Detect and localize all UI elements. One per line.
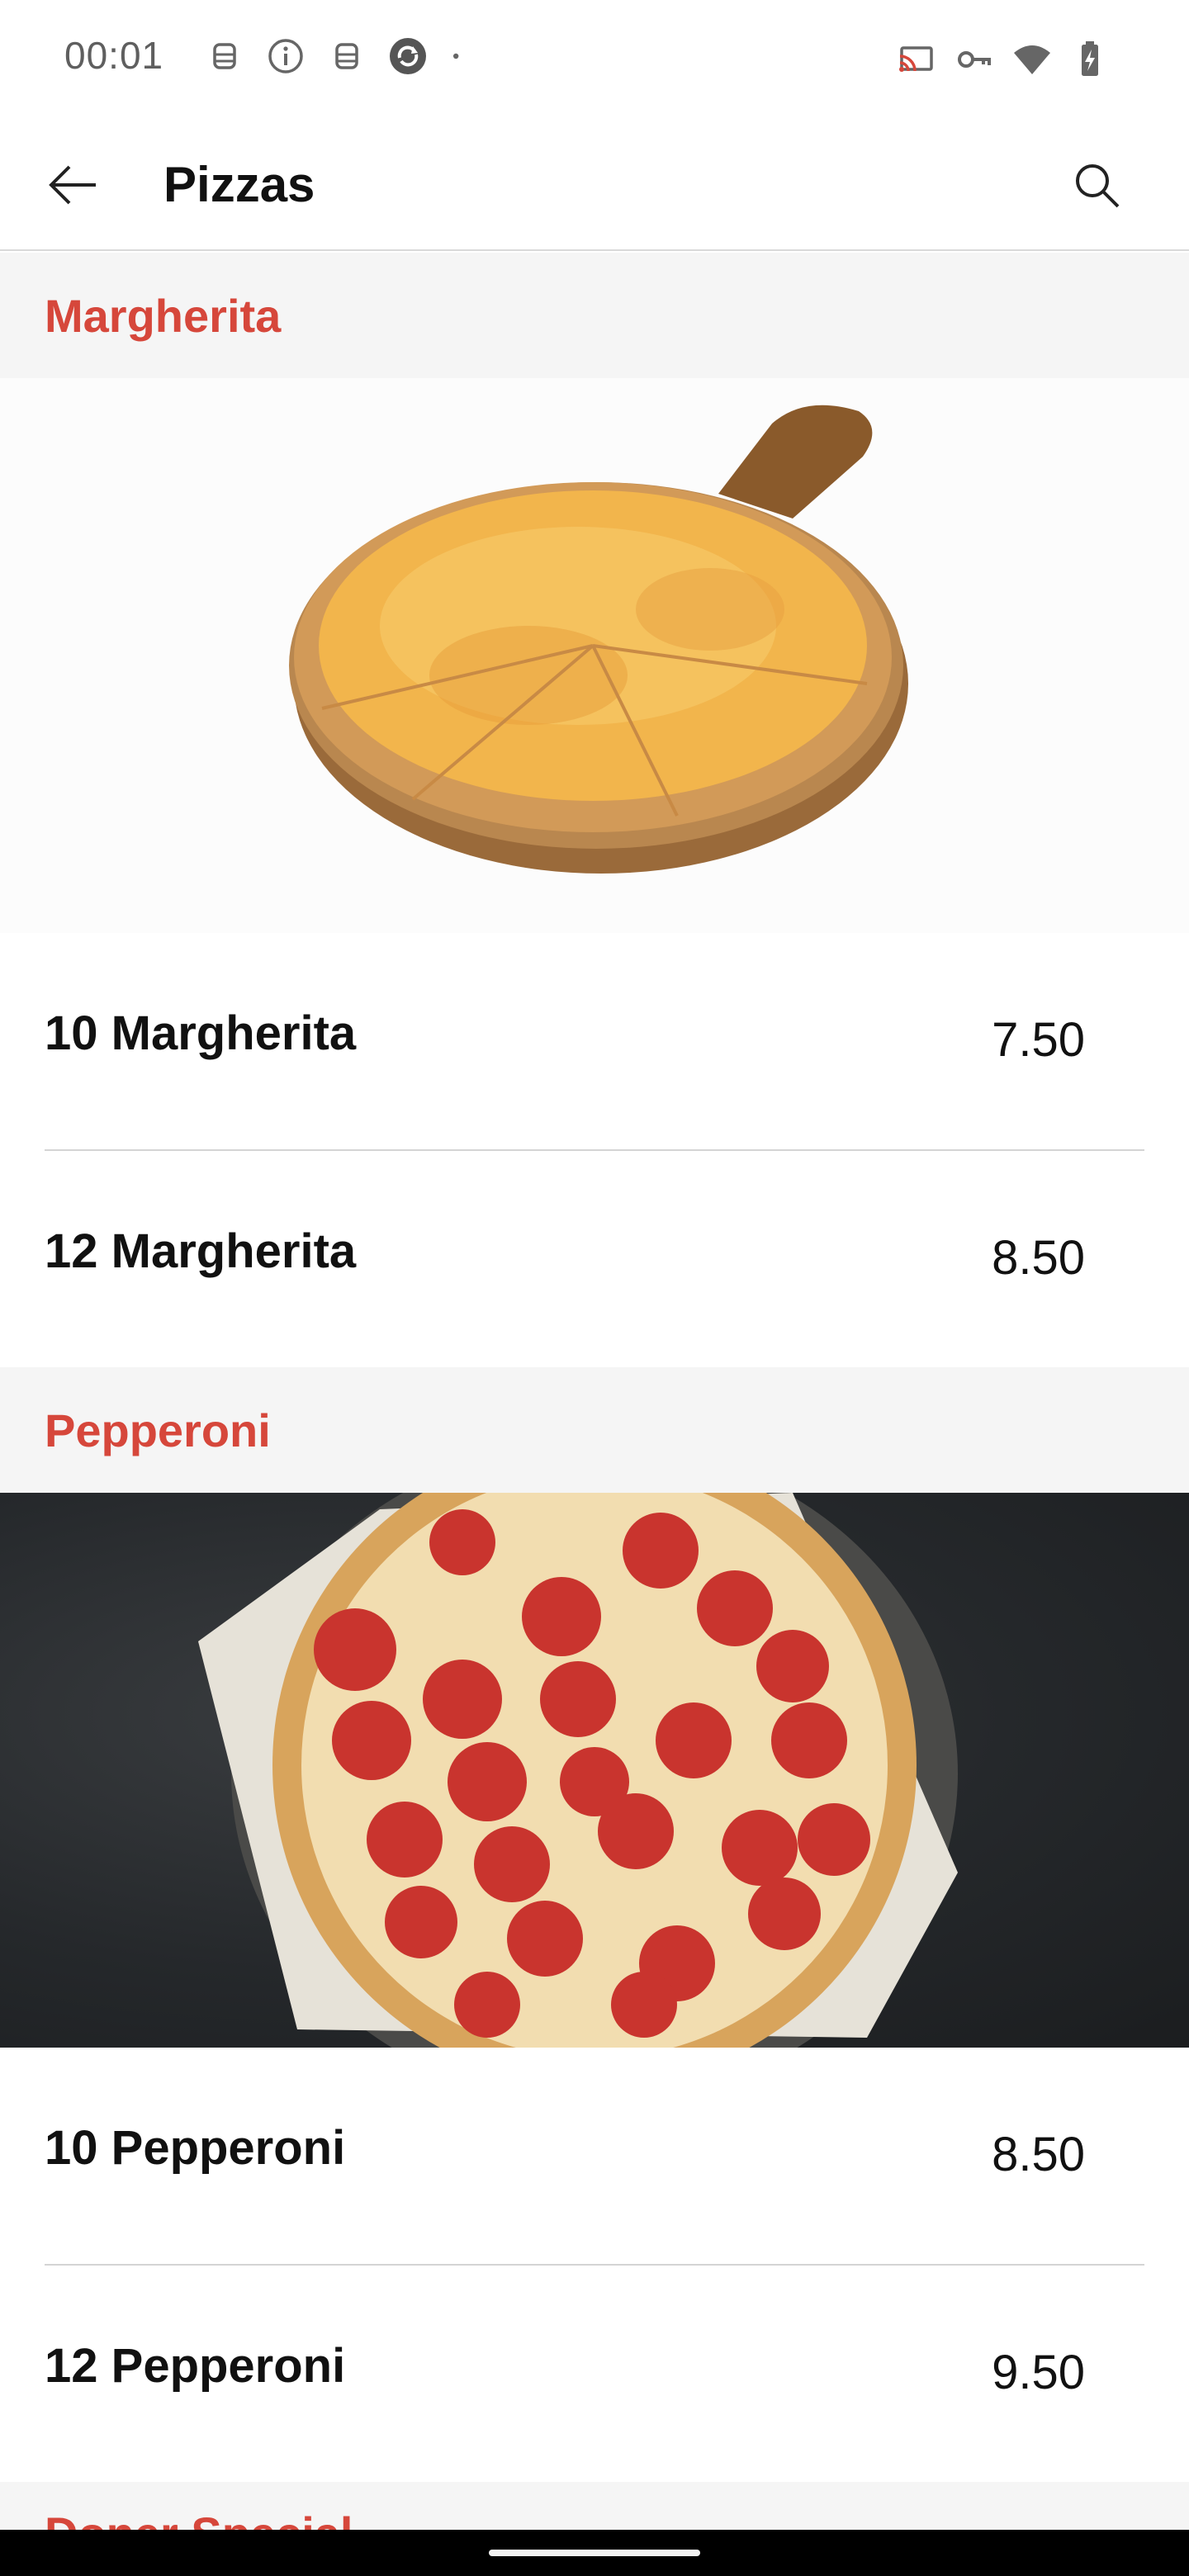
vpn-key-icon [958,51,991,68]
back-button[interactable] [33,152,112,218]
battery-charging-icon [1082,41,1098,76]
sync-icon [390,38,426,74]
arrow-back-icon [49,165,96,205]
margherita-pizza-image[interactable] [0,378,1189,933]
dot-icon [452,53,459,59]
margherita-pizza-illustration [289,405,908,874]
list-item[interactable]: 12 Pepperoni 9.50 [0,2266,1189,2482]
status-time: 00:01 [64,34,164,77]
search-icon [1076,164,1120,208]
item-name: 10 Pepperoni [45,2121,346,2175]
search-button[interactable] [1063,152,1130,218]
list-item[interactable]: 12 Margherita 8.50 [0,1151,1189,1367]
section-header-pepperoni: Pepperoni [0,1367,1189,1493]
status-system-icons [897,40,1110,79]
item-price: 8.50 [992,1231,1085,1285]
menu-list[interactable]: Margherita 10 Margherita 7.50 12 Margher… [0,253,1189,2541]
section-title: Margherita [45,289,282,342]
item-price: 8.50 [992,2128,1085,2181]
robot-icon [213,43,236,69]
section-title: Pepperoni [45,1404,271,1456]
list-item[interactable]: 10 Margherita 7.50 [0,933,1189,1149]
item-name: 10 Margherita [45,1006,357,1060]
info-icon [268,39,303,73]
status-notification-icons [205,36,472,76]
item-price: 9.50 [992,2346,1085,2399]
status-bar: 00:01 [0,0,1189,119]
navigation-bar [0,2530,1189,2576]
pepperoni-pizza-illustration [198,1493,958,2048]
cast-icon [899,46,933,72]
page-title: Pizzas [163,157,315,212]
home-gesture-handle[interactable] [489,2550,700,2556]
item-price: 7.50 [992,1013,1085,1067]
item-name: 12 Pepperoni [45,2339,346,2393]
wifi-icon [1014,45,1050,74]
robot-icon [335,43,358,69]
app-bar: Pizzas [0,119,1189,251]
item-name: 12 Margherita [45,1224,357,1278]
section-header-margherita: Margherita [0,253,1189,378]
pepperoni-pizza-image[interactable] [0,1493,1189,2048]
list-item[interactable]: 10 Pepperoni 8.50 [0,2048,1189,2264]
